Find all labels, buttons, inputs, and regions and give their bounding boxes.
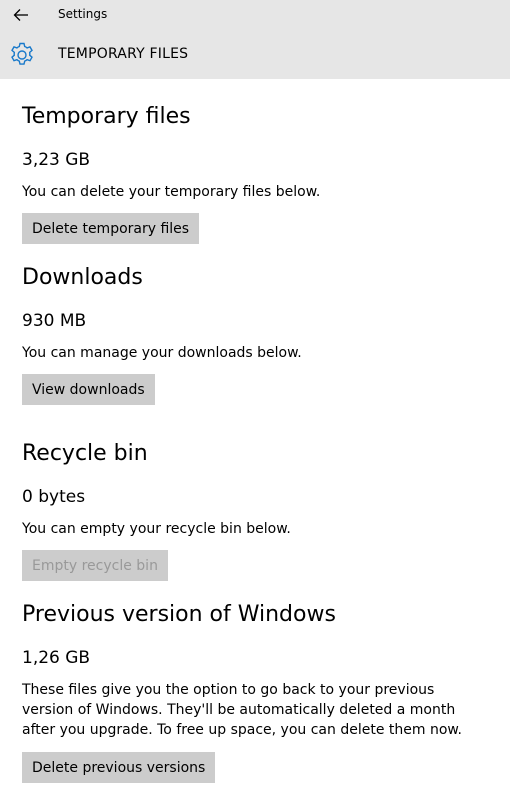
section-previous-windows: Previous version of Windows 1,26 GB Thes… [22,602,482,787]
size-value: 1,26 GB [22,648,91,668]
section-temporary-files: Temporary files 3,23 GB You can delete y… [22,104,482,249]
size-value: 0 bytes [22,487,86,507]
back-button[interactable] [8,3,34,27]
gear-icon [11,42,33,65]
size-value: 3,23 GB [22,150,91,170]
section-heading: Previous version of Windows [22,602,336,627]
section-heading: Temporary files [22,104,191,129]
section-description: You can delete your temporary files belo… [22,184,321,200]
window-title: Settings [58,7,108,21]
delete-temporary-files-button[interactable]: Delete temporary files [22,213,200,244]
empty-recycle-bin-button: Empty recycle bin [22,550,168,581]
section-heading: Recycle bin [22,441,148,466]
page-title: TEMPORARY FILES [58,46,189,62]
section-description: You can empty your recycle bin below. [22,521,291,537]
section-downloads: Downloads 930 MB You can manage your dow… [22,265,482,410]
back-arrow-icon [13,9,28,21]
size-value: 930 MB [22,311,87,331]
delete-previous-versions-button[interactable]: Delete previous versions [22,752,216,783]
header-bar: Settings TEMPORARY FILES [0,0,510,79]
section-heading: Downloads [22,265,143,290]
view-downloads-button[interactable]: View downloads [22,374,155,405]
section-recycle-bin: Recycle bin 0 bytes You can empty your r… [22,441,482,586]
section-description: These files give you the option to go ba… [22,682,462,738]
section-description: You can manage your downloads below. [22,345,302,361]
